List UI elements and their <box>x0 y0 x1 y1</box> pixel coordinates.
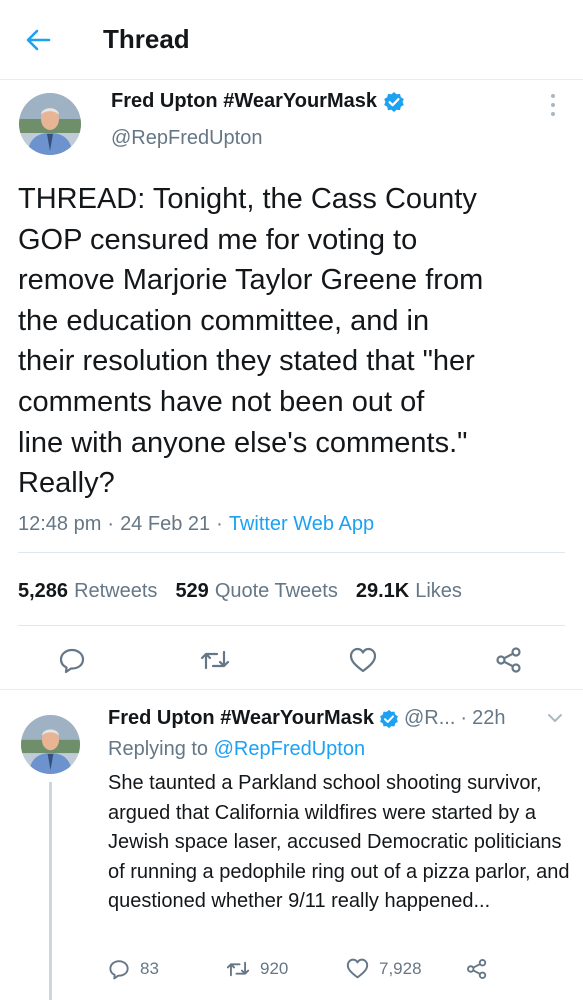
share-icon <box>496 647 521 673</box>
verified-badge-icon <box>384 91 404 112</box>
chevron-down-icon[interactable] <box>547 712 563 724</box>
tweet-time[interactable]: 12:48 pm <box>18 513 101 536</box>
retweet-button[interactable]: 920 <box>226 958 288 980</box>
page-title: Thread <box>103 24 190 54</box>
handle[interactable]: @RepFredUpton <box>111 127 262 150</box>
handle[interactable]: @R... <box>404 707 455 730</box>
reply-button[interactable]: 83 <box>108 958 159 980</box>
quote-tweets-stat[interactable]: 529 Quote Tweets <box>175 580 337 603</box>
tweet-actions <box>0 640 583 680</box>
divider <box>18 552 565 553</box>
reply-header: Fred Upton #WearYourMask @R... · 22h <box>108 707 506 730</box>
reply-icon <box>109 960 129 980</box>
display-name[interactable]: Fred Upton #WearYourMask <box>111 90 377 113</box>
tweet-text: She taunted a Parkland school shooting s… <box>108 772 570 912</box>
tweet-age[interactable]: 22h <box>472 707 505 730</box>
more-vertical-icon <box>551 94 555 99</box>
likes-stat[interactable]: 29.1K Likes <box>356 580 462 603</box>
more-options-button[interactable] <box>543 92 563 118</box>
back-button[interactable] <box>22 24 54 56</box>
tweet-meta: 12:48 pm · 24 Feb 21 · Twitter Web App <box>18 513 375 536</box>
replying-to-line: Replying to @RepFredUpton <box>108 738 366 760</box>
retweet-count: 920 <box>260 959 289 978</box>
display-name[interactable]: Fred Upton #WearYourMask <box>108 707 374 730</box>
tweet-date[interactable]: 24 Feb 21 <box>120 513 210 536</box>
share-button[interactable] <box>466 958 488 980</box>
heart-icon <box>346 958 369 979</box>
share-button[interactable] <box>489 640 529 680</box>
retweets-stat[interactable]: 5,286 Retweets <box>18 580 157 603</box>
top-bar: Thread <box>0 0 583 80</box>
engagement-stats: 5,286 Retweets 529 Quote Tweets 29.1K Li… <box>18 580 462 603</box>
reply-actions: 83 920 7,928 <box>108 958 578 988</box>
thread-connector-line <box>49 782 52 1000</box>
heart-icon <box>349 647 377 673</box>
reply-button[interactable] <box>52 640 92 680</box>
tweet-text: THREAD: Tonight, the Cass County GOP cen… <box>18 183 484 500</box>
reply-tweet[interactable]: Fred Upton #WearYourMask @R... · 22h Rep… <box>0 690 583 1000</box>
divider <box>18 625 565 626</box>
replying-to-mention[interactable]: @RepFredUpton <box>214 738 365 760</box>
retweet-icon <box>226 961 250 977</box>
tweet-source[interactable]: Twitter Web App <box>229 513 374 536</box>
like-button[interactable] <box>343 640 383 680</box>
reply-icon <box>59 648 85 674</box>
verified-badge-icon <box>380 709 398 728</box>
like-count: 7,928 <box>379 958 422 978</box>
arrow-left-icon <box>26 29 51 51</box>
like-button[interactable]: 7,928 <box>346 958 422 979</box>
reply-count: 83 <box>140 959 159 978</box>
retweet-icon <box>200 650 230 670</box>
avatar[interactable] <box>19 93 81 155</box>
retweet-button[interactable] <box>195 640 235 680</box>
avatar[interactable] <box>21 715 80 774</box>
share-icon <box>467 959 487 979</box>
